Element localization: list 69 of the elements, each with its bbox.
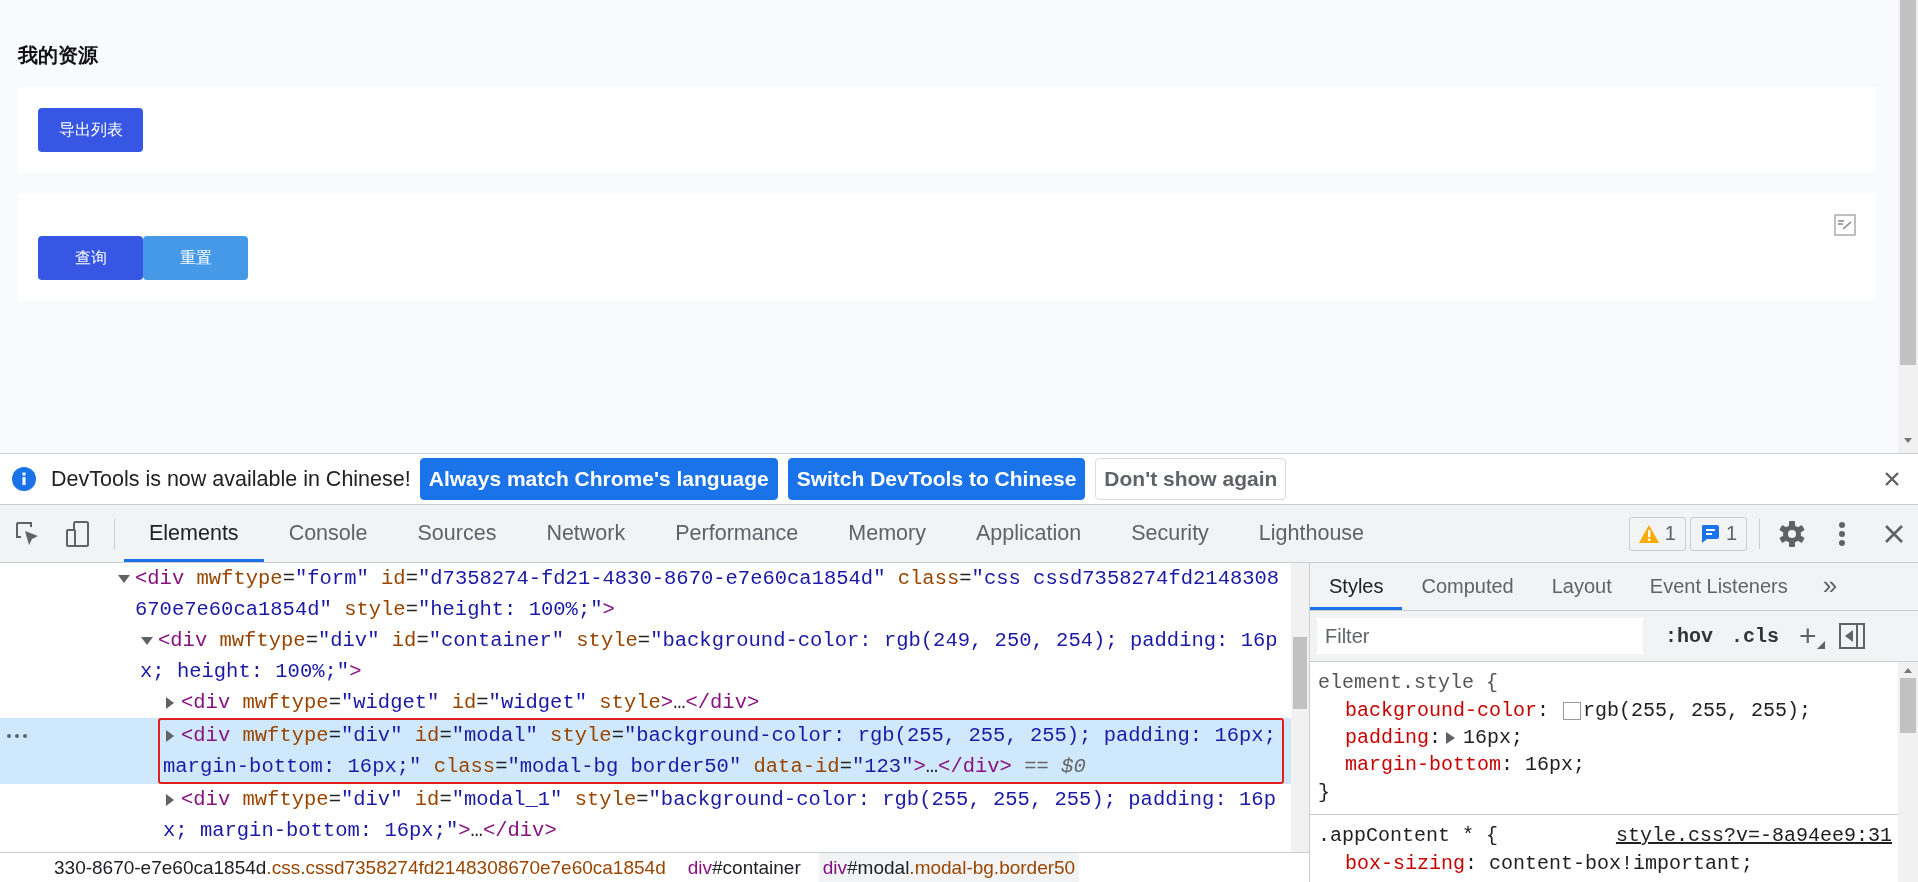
reset-button[interactable]: 重置 [143,236,248,280]
settings-icon[interactable] [1778,519,1806,548]
pane-tab[interactable]: Layout [1532,563,1631,610]
page-title: 我的资源 [18,43,98,68]
rule-selector: element.style { [1318,670,1499,696]
closing-brace: } [1318,780,1330,806]
panel-tab[interactable]: Memory [823,505,951,562]
panel-tab[interactable]: Application [951,505,1107,562]
info-icon [12,467,36,491]
breadcrumb[interactable]: div#modal.modal-bg.border50 [818,853,1080,882]
search-button[interactable]: 查询 [38,236,143,280]
panel-tab[interactable]: Security [1106,505,1234,562]
panel-tab[interactable]: Performance [650,505,824,562]
scrollbar[interactable] [1898,0,1918,453]
more-icon[interactable] [6,732,28,740]
banner-message: DevTools is now available in Chinese! [51,466,411,492]
code-line: <div mwftype="div" id="modal" style="background-color: rgb(255, 255, 255); padding: 16px; [181,723,1276,749]
color-swatch[interactable] [1563,701,1582,720]
sidebar-toggle-icon[interactable] [1838,623,1865,649]
code-line: <div mwftype="div" id="container" style="background-color: rgb(249, 250, 254); padding: 16p [158,628,1278,654]
code-line: x; margin-bottom: 16px;">…</div> [163,818,557,844]
scroll-thumb[interactable] [1900,0,1916,365]
more-tabs-button[interactable]: » [1806,563,1854,610]
panel-tab[interactable]: Sources [392,505,522,562]
edit-icon[interactable] [1834,214,1856,236]
panel-tab[interactable]: Lighthouse [1233,505,1390,562]
code-line: <div mwftype="widget" id="widget" style>…</div> [181,690,760,716]
style-declaration[interactable]: margin-bottom: 16px; [1318,751,1586,778]
scroll-down-arrow-icon[interactable] [1902,437,1914,445]
corner-triangle-icon [1816,641,1825,649]
code-line: x; height: 100%;"> [140,659,362,685]
class-toggle-button[interactable]: .cls [1731,624,1780,648]
panel-tab[interactable]: Network [521,505,651,562]
filter-field[interactable]: Filter [1317,618,1643,654]
close-icon[interactable] [1884,471,1900,487]
panel-tab[interactable]: Console [263,505,393,562]
code-line: margin-bottom: 16px;" class="modal-bg border50" data-id="123">…</div> == $0 [163,754,1086,780]
selected-row-highlight[interactable]: <div mwftype="div" id="modal" style="background-color: rgb(255, 255, 255); padding: 16px; margin-bottom: 16px;" class="modal-bg border50" data-id="123">…</div> == $0 [0,718,1291,784]
new-rule-button[interactable]: + [1799,621,1825,651]
scrollbar[interactable] [1898,662,1918,882]
message-count-badge[interactable]: 1 [1689,516,1747,551]
style-declaration[interactable]: background-color: rgb(255, 255, 255); [1318,697,1812,724]
match-language-button[interactable]: Always match Chrome's language [419,458,778,500]
style-declaration[interactable]: box-sizing: content-box!important; [1318,850,1754,877]
source-link[interactable]: style.css?v=-8a94ee9:31 [1615,821,1892,850]
rule-selector: .appContent * { [1318,823,1499,849]
export-button[interactable]: 导出列表 [38,108,143,152]
warning-icon [1638,524,1659,543]
breadcrumb[interactable]: div#container [683,853,805,882]
pane-tab[interactable]: Event Listeners [1630,563,1807,610]
device-toolbar-icon[interactable] [64,519,92,548]
pane-tab[interactable]: Computed [1402,563,1533,610]
code-line: <div mwftype="form" id="d7358274-fd21-4830-8670-e7e60ca1854d" class="css cssd7358274fd2148308 [135,566,1280,592]
switch-language-button[interactable]: Switch DevTools to Chinese [787,458,1086,500]
scrollbar[interactable] [1291,563,1309,852]
scroll-thumb[interactable] [1900,678,1916,733]
scroll-up-arrow-icon[interactable] [1902,666,1914,674]
breadcrumb[interactable]: 330-8670-e7e60ca1854d.css.cssd7358274fd2148308670e7e60ca1854d [50,853,670,882]
message-icon [1699,523,1720,544]
code-line: 670e7e60ca1854d" style="height: 100%;"> [135,597,615,623]
dismiss-button[interactable]: Don't show again [1095,458,1287,500]
code-line: <div mwftype="div" id="modal_1" style="background-color: rgb(255, 255, 255); padding: 16p [181,787,1276,813]
scroll-thumb[interactable] [1293,637,1307,709]
close-icon[interactable] [1884,523,1904,544]
warning-count-badge[interactable]: 1 [1628,516,1686,551]
hover-state-button[interactable]: :hov [1665,624,1713,648]
more-options-icon[interactable] [1838,520,1846,547]
panel-tab[interactable]: Elements [124,505,264,562]
style-declaration[interactable]: padding: 16px; [1318,724,1524,751]
